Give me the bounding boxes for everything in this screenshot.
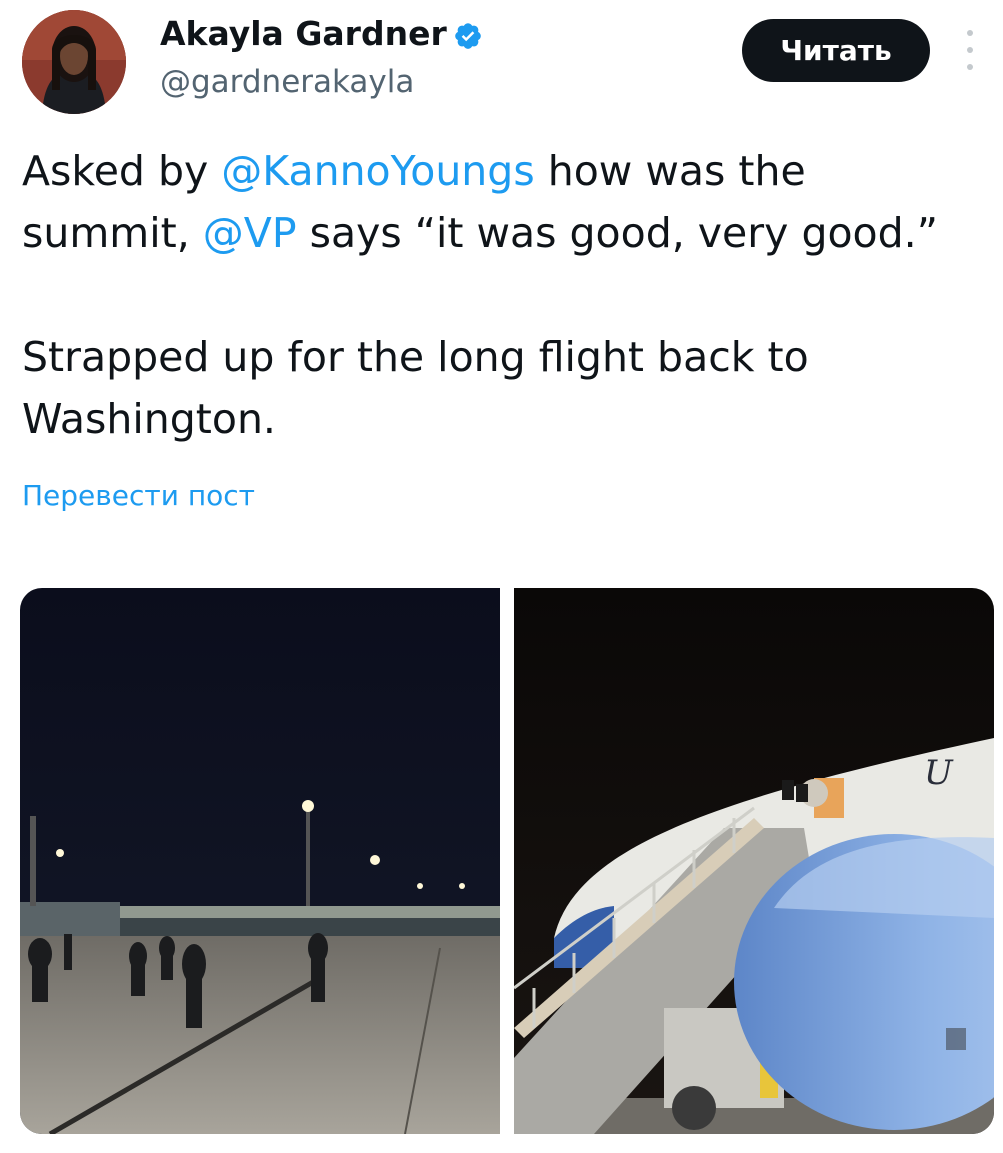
translate-post-link[interactable]: Перевести пост — [22, 476, 255, 516]
author-handle[interactable]: @gardnerakayla — [160, 60, 414, 104]
author-name-text[interactable]: Akayla Gardner — [160, 14, 447, 53]
tweet-text: Asked by @KannoYoungs how was the summit… — [22, 140, 982, 450]
more-dot — [967, 64, 973, 70]
follow-button[interactable]: Читать — [742, 19, 930, 82]
media-photo-tarmac[interactable] — [20, 588, 500, 1134]
tweet-text-segment: how was the — [534, 147, 806, 195]
tweet-text-segment: summit, — [22, 209, 203, 257]
tweet-paragraph-2: Strapped up for the long flight back to … — [22, 333, 809, 443]
author-avatar[interactable] — [22, 10, 126, 114]
verified-badge-icon — [454, 22, 481, 49]
tweet-paragraph-1: Asked by @KannoYoungs how was the summit… — [22, 140, 982, 264]
author-name[interactable]: Akayla Gardner — [160, 12, 483, 56]
more-dot — [967, 30, 973, 36]
more-dot — [967, 47, 973, 53]
aircraft-lettering: U — [924, 753, 954, 793]
tweet-text-segment: Asked by — [22, 147, 222, 195]
more-options-icon[interactable] — [960, 30, 980, 70]
mention-vp-link[interactable]: @VP — [203, 209, 297, 257]
tweet-text-segment: says “it was good, very good.” — [296, 209, 938, 257]
mention-kannoyoungs-link[interactable]: @KannoYoungs — [221, 147, 534, 195]
media-photo-aircraft[interactable]: U — [514, 588, 994, 1134]
tweet-media-grid: U — [20, 588, 994, 1134]
